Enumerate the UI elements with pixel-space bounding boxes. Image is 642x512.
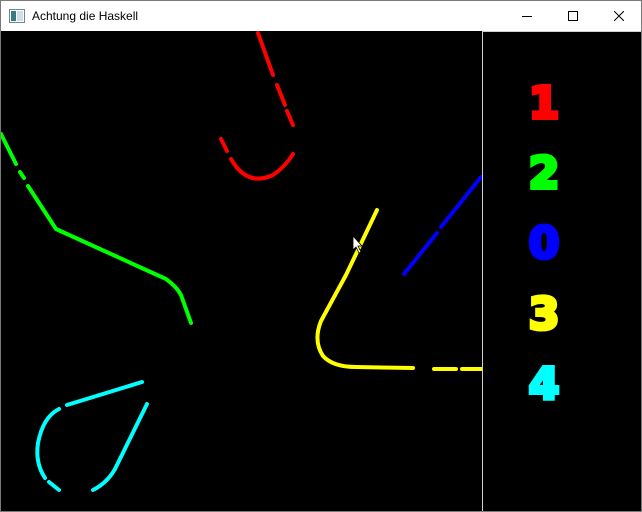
mouse-pointer-icon [352,234,363,254]
score-player-yellow: 3 [527,289,562,341]
score-player-red: 1 [527,78,562,130]
minimize-button[interactable] [504,1,550,31]
player-trail-cyan [35,380,149,492]
player-trail-green [1,132,193,325]
player-trail-blue [402,175,482,276]
player-trail-red [219,31,295,181]
score-player-green: 2 [527,148,562,200]
score-player-blue: 0 [527,218,562,270]
maximize-button[interactable] [550,1,596,31]
game-canvas[interactable] [1,31,482,511]
player-trail-yellow [315,208,482,371]
scoreboard: 1 2 0 3 4 [482,31,641,511]
game-playfield [1,31,482,492]
close-icon [614,11,624,21]
app-icon [9,9,25,23]
close-button[interactable] [596,1,642,31]
window-title: Achtung die Haskell [32,9,139,23]
game-window: Achtung die Haskell 1 2 0 3 4 [0,0,642,512]
maximize-icon [568,11,578,21]
title-bar[interactable]: Achtung die Haskell [1,1,641,31]
score-player-cyan: 4 [527,359,562,411]
minimize-icon [522,16,532,17]
